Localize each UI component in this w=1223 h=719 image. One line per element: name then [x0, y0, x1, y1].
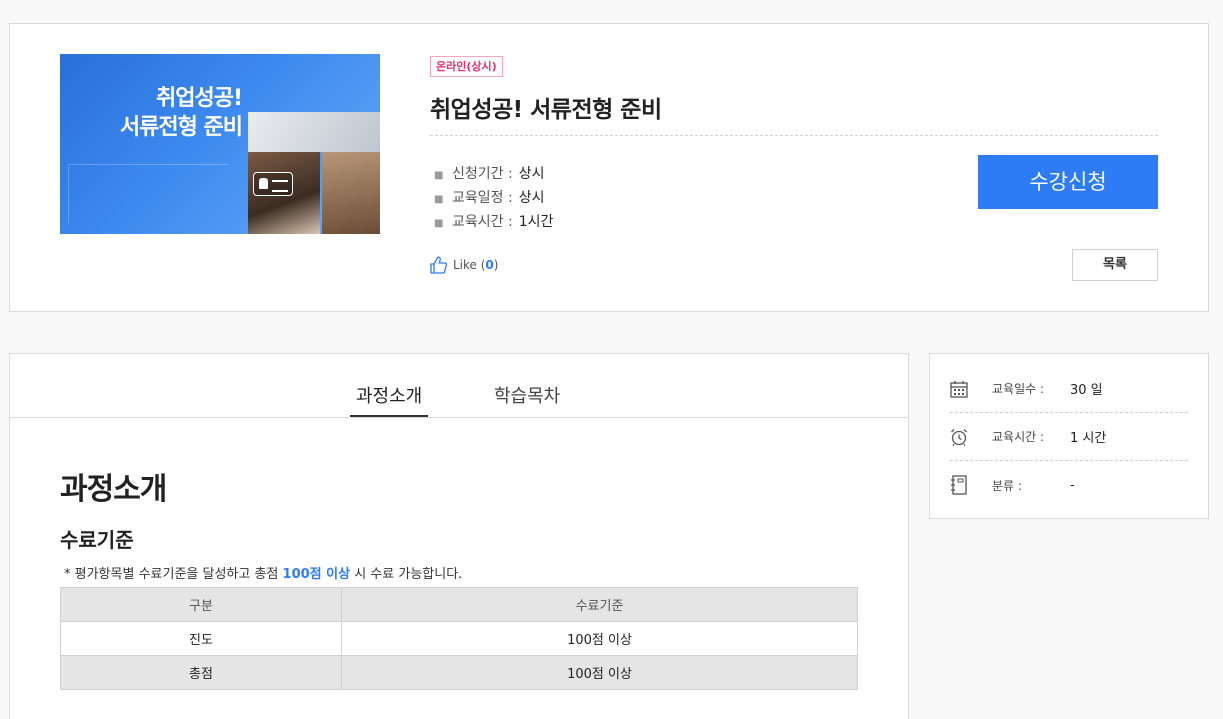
- completion-note: * 평가항목별 수료기준을 달성하고 총점 100점 이상 시 수료 가능합니다…: [64, 563, 462, 582]
- info-item-apply-period: ■ 신청기간 : 상시: [430, 162, 553, 186]
- thumbnail-decoration: [68, 164, 228, 224]
- table-cell: 진도: [60, 621, 342, 656]
- divider: [430, 135, 1158, 136]
- table-cell: 총점: [60, 655, 342, 690]
- info-label: 교육일정 :: [452, 190, 513, 206]
- course-summary-card: 취업성공! 서류전형 준비 온라인(상시) 취업성공! 서류전형 준비 ■ 신청기…: [9, 23, 1209, 312]
- thumbnail-title: 취업성공! 서류전형 준비: [119, 86, 243, 140]
- table-header-row: 구분 수료기준: [60, 587, 858, 622]
- meta-value: -: [1070, 477, 1075, 493]
- like-label-close: ): [493, 258, 499, 272]
- table-row: 총점 100점 이상: [60, 655, 858, 690]
- meta-row-days: 교육일수 : 30 일: [950, 365, 1188, 413]
- meta-value: 30 일: [1070, 383, 1103, 398]
- section-heading: 과정소개: [60, 472, 167, 507]
- tab-bar: 과정소개 학습목차: [10, 354, 908, 418]
- course-title: 취업성공! 서류전형 준비: [430, 97, 662, 123]
- thumbnail-photo-hands: [248, 112, 380, 152]
- meta-row-category: 분류 : -: [950, 461, 1188, 509]
- thumbs-up-icon: [430, 256, 447, 274]
- bullet-icon: ■: [434, 170, 444, 181]
- meta-value: 1 시간: [1070, 431, 1107, 446]
- tab-curriculum[interactable]: 학습목차: [494, 382, 560, 408]
- column-header: 구분: [60, 587, 342, 622]
- note-prefix: * 평가항목별 수료기준을 달성하고 총점: [64, 567, 283, 582]
- course-type-badge: 온라인(상시): [430, 56, 503, 77]
- meta-label: 분류 :: [992, 478, 1022, 493]
- meta-row-hours: 교육시간 : 1 시간: [950, 413, 1188, 461]
- meta-label: 교육시간 :: [992, 430, 1045, 444]
- note-suffix: 시 수료 가능합니다.: [350, 567, 463, 582]
- tab-course-intro[interactable]: 과정소개: [349, 382, 429, 417]
- like-button[interactable]: Like (0): [430, 256, 498, 274]
- table-cell: 100점 이상: [341, 621, 858, 656]
- course-thumbnail: 취업성공! 서류전형 준비: [60, 54, 380, 234]
- info-label: 신청기간 :: [452, 166, 513, 182]
- info-item-schedule: ■ 교육일정 : 상시: [430, 186, 553, 210]
- course-info-list: ■ 신청기간 : 상시 ■ 교육일정 : 상시 ■ 교육시간 : 1시간: [430, 162, 553, 234]
- table-cell: 100점 이상: [341, 655, 858, 690]
- notebook-icon: [950, 475, 992, 495]
- alarm-clock-icon: [950, 428, 992, 446]
- course-detail-card: 과정소개 학습목차 과정소개 수료기준 * 평가항목별 수료기준을 달성하고 총…: [9, 353, 909, 719]
- list-button[interactable]: 목록: [1072, 249, 1158, 281]
- note-highlight: 100점 이상: [282, 567, 351, 582]
- completion-criteria-heading: 수료기준: [60, 528, 134, 552]
- completion-criteria-table: 구분 수료기준 진도 100점 이상 총점 100점 이상: [60, 587, 858, 690]
- thumbnail-photo-person: [322, 152, 380, 234]
- like-count: 0: [485, 258, 494, 272]
- meta-label: 교육일수 :: [992, 382, 1045, 396]
- info-value: 상시: [518, 166, 545, 182]
- like-label: Like (: [453, 258, 486, 272]
- info-value: 1시간: [518, 214, 554, 230]
- bullet-icon: ■: [434, 218, 444, 229]
- course-meta-sidebar: 교육일수 : 30 일 교육시간 : 1 시간 분류 : -: [929, 353, 1209, 519]
- info-value: 상시: [518, 190, 545, 206]
- id-card-icon: [253, 172, 293, 196]
- apply-button[interactable]: 수강신청: [978, 155, 1158, 209]
- column-header: 수료기준: [341, 587, 858, 622]
- bullet-icon: ■: [434, 194, 444, 205]
- info-label: 교육시간 :: [452, 214, 513, 230]
- info-item-duration: ■ 교육시간 : 1시간: [430, 210, 553, 234]
- calendar-icon: [950, 380, 992, 398]
- table-row: 진도 100점 이상: [60, 621, 858, 656]
